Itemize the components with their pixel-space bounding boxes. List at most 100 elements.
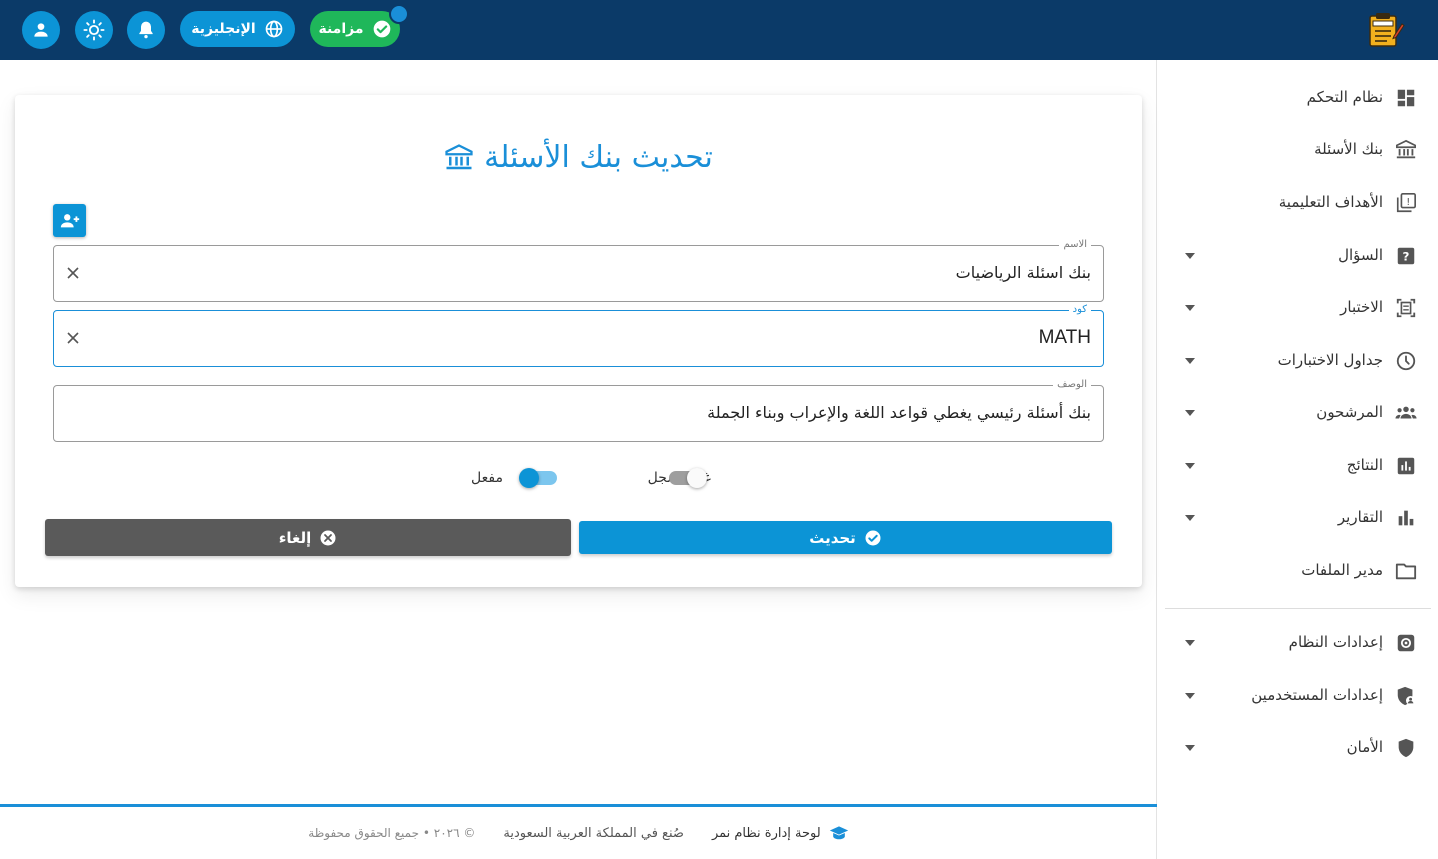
cancel-button[interactable]: إلغاء bbox=[45, 519, 571, 556]
chevron-down-icon[interactable] bbox=[1185, 515, 1195, 521]
bar-chart-icon bbox=[1398, 510, 1414, 526]
bank-icon bbox=[445, 143, 473, 169]
svg-text:?: ? bbox=[1403, 250, 1410, 264]
footer-brand-text: لوحة إدارة نظام نمر bbox=[711, 825, 821, 841]
sidebar-item-label: الاختبار bbox=[1340, 298, 1383, 316]
page-title-text: تحديث بنك الأسئلة bbox=[484, 140, 713, 175]
cancel-label: إلغاء bbox=[278, 528, 312, 547]
notifications-button[interactable] bbox=[127, 11, 165, 49]
sidebar-item-label: جداول الاختبارات bbox=[1277, 351, 1383, 369]
sidebar-divider bbox=[1165, 608, 1431, 609]
add-user-button[interactable] bbox=[53, 204, 86, 237]
sidebar-item-label: مدير الملفات bbox=[1301, 561, 1383, 579]
sidebar-item-label: التقارير bbox=[1337, 508, 1383, 526]
sidebar-item-label: النتائج bbox=[1346, 456, 1383, 474]
folder-icon bbox=[1395, 563, 1417, 580]
user-icon bbox=[34, 23, 48, 37]
profile-button[interactable] bbox=[22, 11, 60, 49]
footer-copyright: © ٢٠٢٦ • جميع الحقوق محفوظة bbox=[308, 826, 476, 840]
clear-icon[interactable] bbox=[66, 266, 80, 280]
question-icon: ? bbox=[1397, 247, 1415, 265]
bank-icon bbox=[1396, 139, 1416, 159]
sidebar: نظام التحكم بنك الأسئلة ! الأهداف التعلي… bbox=[1156, 60, 1438, 859]
footer: لوحة إدارة نظام نمر صُنع في المملكة العر… bbox=[0, 807, 1157, 859]
sidebar-item-candidates[interactable]: المرشحون bbox=[1157, 393, 1438, 433]
sync-status-dot bbox=[389, 4, 409, 24]
dashboard-icon bbox=[1397, 89, 1415, 107]
sidebar-item-results[interactable]: النتائج bbox=[1157, 446, 1438, 486]
description-label: الوصف bbox=[1053, 379, 1091, 391]
sidebar-item-label: المرشحون bbox=[1316, 403, 1383, 421]
sidebar-item-question-bank[interactable]: بنك الأسئلة bbox=[1157, 130, 1438, 170]
objectives-icon: ! bbox=[1396, 193, 1416, 213]
check-circle-icon bbox=[373, 20, 390, 38]
shield-icon bbox=[1398, 738, 1414, 758]
sidebar-item-learning-objectives[interactable]: ! الأهداف التعليمية bbox=[1157, 183, 1438, 223]
chevron-down-icon[interactable] bbox=[1185, 463, 1195, 469]
description-value[interactable]: بنك أسئلة رئيسي يغطي قواعد اللغة والإعرا… bbox=[707, 403, 1091, 422]
name-value[interactable]: بنك اسئلة الرياضيات bbox=[956, 263, 1091, 282]
sidebar-item-label: نظام التحكم bbox=[1306, 88, 1383, 106]
add-user-icon bbox=[60, 213, 79, 227]
language-button[interactable]: الإنجليزية bbox=[180, 11, 295, 47]
chevron-down-icon[interactable] bbox=[1185, 305, 1195, 311]
results-icon bbox=[1397, 457, 1415, 475]
enabled-toggle[interactable] bbox=[519, 468, 557, 488]
sidebar-item-question[interactable]: ? السؤال bbox=[1157, 236, 1438, 276]
sidebar-item-exam-schedules[interactable]: جداول الاختبارات bbox=[1157, 341, 1438, 381]
code-field[interactable]: كود MATH bbox=[53, 304, 1104, 367]
language-label: الإنجليزية bbox=[191, 21, 256, 37]
sidebar-item-system-settings[interactable]: إعدادات النظام bbox=[1157, 623, 1438, 663]
status-toggles: غير مسجل مفعل bbox=[471, 467, 711, 491]
sidebar-item-reports[interactable]: التقارير bbox=[1157, 498, 1438, 538]
update-label: تحديث bbox=[809, 528, 856, 547]
sidebar-item-label: السؤال bbox=[1338, 246, 1383, 264]
people-icon bbox=[1395, 406, 1417, 419]
svg-text:!: ! bbox=[1406, 197, 1410, 208]
update-button[interactable]: تحديث bbox=[579, 521, 1112, 554]
clock-icon bbox=[1396, 351, 1416, 371]
chevron-down-icon[interactable] bbox=[1185, 358, 1195, 364]
sidebar-item-security[interactable]: الأمان bbox=[1157, 728, 1438, 768]
sidebar-item-label: الأمان bbox=[1346, 738, 1383, 756]
theme-sun-icon bbox=[83, 19, 105, 41]
chevron-down-icon[interactable] bbox=[1185, 693, 1195, 699]
chevron-down-icon[interactable] bbox=[1185, 745, 1195, 751]
name-label: الاسم bbox=[1059, 239, 1091, 251]
bell-icon bbox=[139, 21, 153, 39]
check-circle-icon bbox=[865, 530, 881, 545]
exam-logo-icon bbox=[1369, 13, 1405, 47]
top-bar: الإنجليزية مزامنة bbox=[0, 0, 1438, 60]
exam-icon bbox=[1396, 298, 1416, 318]
chevron-down-icon[interactable] bbox=[1185, 640, 1195, 646]
sidebar-item-label: الأهداف التعليمية bbox=[1278, 193, 1383, 211]
sidebar-item-dashboard[interactable]: نظام التحكم bbox=[1157, 78, 1438, 118]
enabled-toggle-label: مفعل bbox=[471, 470, 503, 486]
registered-toggle[interactable] bbox=[669, 468, 707, 488]
code-label: كود bbox=[1068, 304, 1091, 316]
sidebar-item-label: بنك الأسئلة bbox=[1314, 140, 1383, 158]
chevron-down-icon[interactable] bbox=[1185, 410, 1195, 416]
chevron-down-icon[interactable] bbox=[1185, 253, 1195, 259]
theme-toggle-button[interactable] bbox=[75, 11, 113, 49]
clear-icon[interactable] bbox=[66, 331, 80, 345]
sidebar-item-label: إعدادات النظام bbox=[1288, 633, 1383, 651]
sidebar-item-exam[interactable]: الاختبار bbox=[1157, 288, 1438, 328]
user-shield-icon bbox=[1397, 686, 1416, 706]
footer-made-in: صُنع في المملكة العربية السعودية bbox=[503, 825, 684, 841]
sync-button[interactable]: مزامنة bbox=[310, 11, 400, 47]
sidebar-item-user-settings[interactable]: إعدادات المستخدمين bbox=[1157, 676, 1438, 716]
page-title: تحديث بنك الأسئلة bbox=[15, 140, 1142, 175]
code-value[interactable]: MATH bbox=[1039, 327, 1091, 349]
sidebar-item-file-manager[interactable]: مدير الملفات bbox=[1157, 551, 1438, 591]
close-circle-icon bbox=[320, 530, 336, 545]
toggle-knob bbox=[687, 468, 707, 488]
description-field[interactable]: الوصف بنك أسئلة رئيسي يغطي قواعد اللغة و… bbox=[53, 379, 1104, 442]
toggle-knob bbox=[519, 468, 539, 488]
update-question-bank-card: تحديث بنك الأسئلة الاسم بنك اسئلة الرياض… bbox=[15, 95, 1142, 587]
footer-brand: لوحة إدارة نظام نمر bbox=[712, 825, 849, 841]
globe-icon bbox=[265, 20, 283, 38]
app-logo[interactable] bbox=[1366, 10, 1406, 50]
settings-icon bbox=[1397, 634, 1415, 652]
name-field[interactable]: الاسم بنك اسئلة الرياضيات bbox=[53, 239, 1104, 302]
